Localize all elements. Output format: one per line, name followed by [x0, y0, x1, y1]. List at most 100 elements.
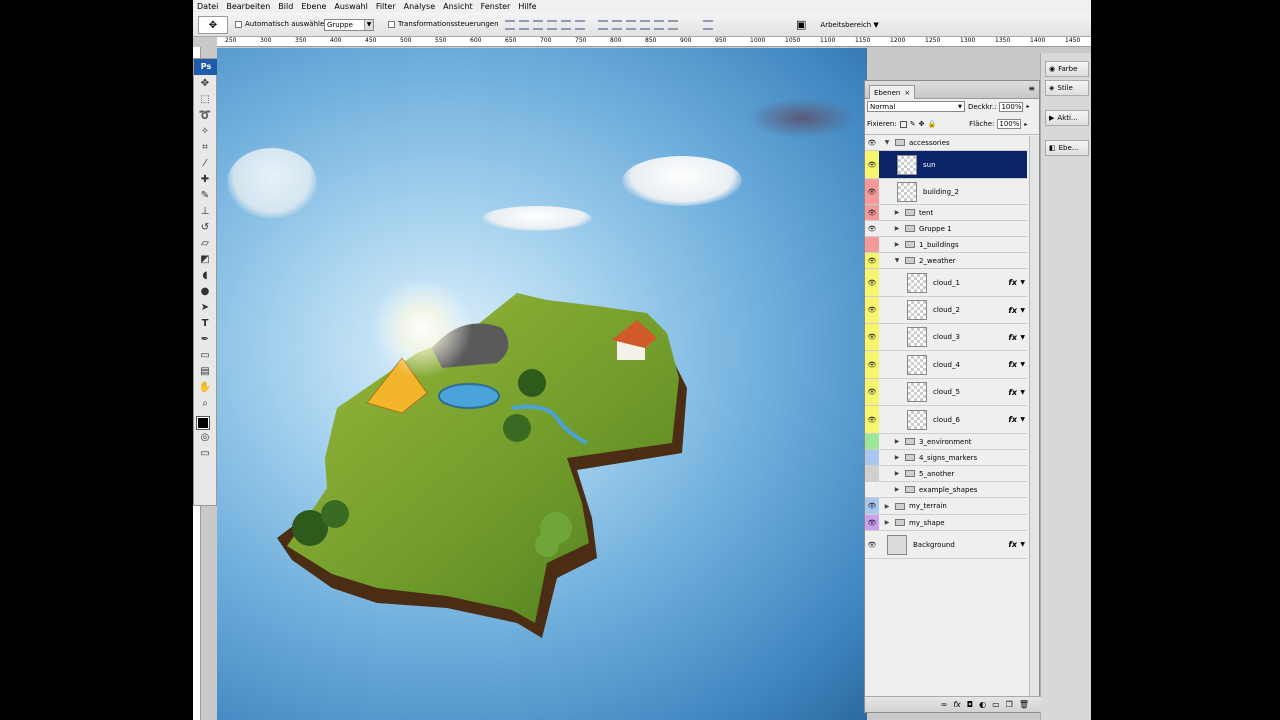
panel-menu-icon[interactable]: ≡: [1028, 84, 1035, 93]
align-bottom-icon[interactable]: [533, 20, 543, 30]
layer-effects-icon[interactable]: fx: [1008, 415, 1017, 424]
screen-mode-icon[interactable]: ▭: [198, 447, 212, 461]
layer-row[interactable]: 👁 cloud_2 fx ▼: [865, 297, 1027, 324]
menu-item[interactable]: Ansicht: [439, 2, 477, 11]
auto-select-checkbox[interactable]: [235, 20, 242, 28]
distribute-right-icon[interactable]: [668, 20, 678, 30]
distribute-top-icon[interactable]: [598, 20, 608, 30]
type-tool-icon[interactable]: T: [198, 317, 212, 331]
layer-effects-icon[interactable]: fx: [1008, 360, 1017, 369]
layer-effects-icon[interactable]: fx: [1008, 306, 1017, 315]
pen-tool-icon[interactable]: ✒: [198, 333, 212, 347]
expand-closed-icon[interactable]: ▶: [893, 209, 901, 216]
layer-row[interactable]: 👁 cloud_5 fx ▼: [865, 379, 1027, 406]
new-group-icon[interactable]: ▭: [992, 700, 1000, 709]
distribute-vcenter-icon[interactable]: [612, 20, 622, 30]
tab-layers[interactable]: Ebenen ×: [869, 85, 916, 99]
chevron-down-icon[interactable]: ▼: [1020, 541, 1025, 548]
visibility-toggle[interactable]: 👁: [865, 221, 879, 236]
visibility-toggle[interactable]: 👁: [865, 531, 879, 558]
document-canvas[interactable]: [217, 48, 867, 720]
blur-tool-icon[interactable]: ◖: [198, 269, 212, 283]
lasso-tool-icon[interactable]: ➰: [198, 109, 212, 123]
expand-open-icon[interactable]: ▼: [893, 257, 901, 264]
blend-mode-dropdown[interactable]: Normal ▼: [867, 101, 965, 112]
layer-group-row[interactable]: ▶ example_shapes: [865, 482, 1027, 498]
layer-group-row[interactable]: ▶ 3_environment: [865, 434, 1027, 450]
layer-effects-icon[interactable]: fx: [1008, 540, 1017, 549]
menu-item[interactable]: Analyse: [400, 2, 440, 11]
visibility-toggle[interactable]: 👁: [865, 379, 879, 405]
chevron-down-icon[interactable]: ▼: [1020, 307, 1025, 314]
close-icon[interactable]: ×: [904, 89, 910, 97]
fill-slider-arrow-icon[interactable]: ▸: [1024, 121, 1027, 128]
menu-item[interactable]: Bearbeiten: [222, 2, 274, 11]
layer-group-row[interactable]: 👁 ▶ tent: [865, 205, 1027, 221]
visibility-toggle[interactable]: [865, 482, 879, 497]
layer-row[interactable]: 👁 cloud_4 fx ▼: [865, 351, 1027, 379]
chevron-down-icon[interactable]: ▼: [1020, 416, 1025, 423]
history-brush-icon[interactable]: ↺: [198, 221, 212, 235]
visibility-toggle[interactable]: [865, 237, 879, 252]
crop-tool-icon[interactable]: ⌗: [198, 141, 212, 155]
layer-group-row[interactable]: 👁 ▼ accessories: [865, 135, 1027, 151]
chevron-down-icon[interactable]: ▼: [1020, 334, 1025, 341]
lock-transparency-icon[interactable]: [899, 120, 907, 128]
dock-color-button[interactable]: ◉ Farbe: [1045, 61, 1089, 77]
auto-align-icon[interactable]: [703, 20, 713, 30]
workspace-menu[interactable]: Arbeitsbereich ▼: [820, 21, 878, 29]
expand-closed-icon[interactable]: ▶: [893, 470, 901, 477]
layer-group-row[interactable]: ▶ 4_signs_markers: [865, 450, 1027, 466]
visibility-toggle[interactable]: 👁: [865, 515, 879, 530]
expand-closed-icon[interactable]: ▶: [893, 486, 901, 493]
chevron-down-icon[interactable]: ▼: [1020, 279, 1025, 286]
opacity-input[interactable]: 100%: [999, 101, 1024, 112]
visibility-toggle[interactable]: 👁: [865, 351, 879, 378]
layer-style-icon[interactable]: fx: [953, 700, 961, 709]
expand-closed-icon[interactable]: ▶: [893, 438, 901, 445]
notes-tool-icon[interactable]: ▤: [198, 365, 212, 379]
align-top-icon[interactable]: [505, 20, 515, 30]
layer-effects-icon[interactable]: fx: [1008, 388, 1017, 397]
visibility-toggle[interactable]: [865, 450, 879, 465]
fill-input[interactable]: 100%: [997, 119, 1022, 129]
align-right-icon[interactable]: [575, 20, 585, 30]
dodge-tool-icon[interactable]: ●: [198, 285, 212, 299]
expand-closed-icon[interactable]: ▶: [893, 241, 901, 248]
transform-controls-checkbox[interactable]: [388, 20, 395, 28]
dock-styles-button[interactable]: ◈ Stile: [1045, 80, 1089, 96]
magic-wand-icon[interactable]: ✧: [198, 125, 212, 139]
distribute-bottom-icon[interactable]: [626, 20, 636, 30]
expand-closed-icon[interactable]: ▶: [893, 454, 901, 461]
layer-row[interactable]: 👁 cloud_3 fx ▼: [865, 324, 1027, 351]
menu-item[interactable]: Datei: [193, 2, 222, 11]
tool-preset-picker[interactable]: ✥: [198, 16, 228, 34]
foreground-color-swatch[interactable]: [196, 416, 210, 430]
lock-all-icon[interactable]: 🔒: [927, 120, 936, 128]
layers-scrollbar[interactable]: [1029, 136, 1039, 696]
lock-pixels-icon[interactable]: ✎: [910, 120, 916, 128]
auto-select-dropdown[interactable]: Gruppe ▼: [324, 19, 374, 31]
distribute-left-icon[interactable]: [640, 20, 650, 30]
eraser-tool-icon[interactable]: ▱: [198, 237, 212, 251]
distribute-hcenter-icon[interactable]: [654, 20, 664, 30]
align-vcenter-icon[interactable]: [519, 20, 529, 30]
marquee-tool-icon[interactable]: ⬚: [198, 93, 212, 107]
visibility-toggle[interactable]: 👁: [865, 205, 879, 220]
expand-closed-icon[interactable]: ▶: [883, 519, 891, 526]
visibility-toggle[interactable]: 👁: [865, 297, 879, 323]
visibility-toggle[interactable]: 👁: [865, 406, 879, 433]
eyedropper-tool-icon[interactable]: ⁄: [198, 157, 212, 171]
visibility-toggle[interactable]: [865, 466, 879, 481]
new-layer-icon[interactable]: ❐: [1006, 700, 1013, 709]
path-selection-icon[interactable]: ➤: [198, 301, 212, 315]
hand-tool-icon[interactable]: ✋: [198, 381, 212, 395]
zoom-tool-icon[interactable]: ⌕: [198, 397, 212, 411]
expand-open-icon[interactable]: ▼: [883, 139, 891, 146]
move-tool-icon[interactable]: ✥: [198, 77, 212, 91]
menu-item[interactable]: Bild: [274, 2, 297, 11]
layer-group-row[interactable]: 👁 ▼ 2_weather: [865, 253, 1027, 269]
opacity-slider-arrow-icon[interactable]: ▸: [1026, 103, 1029, 110]
layer-group-row[interactable]: ▶ 1_buildings: [865, 237, 1027, 253]
menu-item[interactable]: Hilfe: [514, 2, 540, 11]
